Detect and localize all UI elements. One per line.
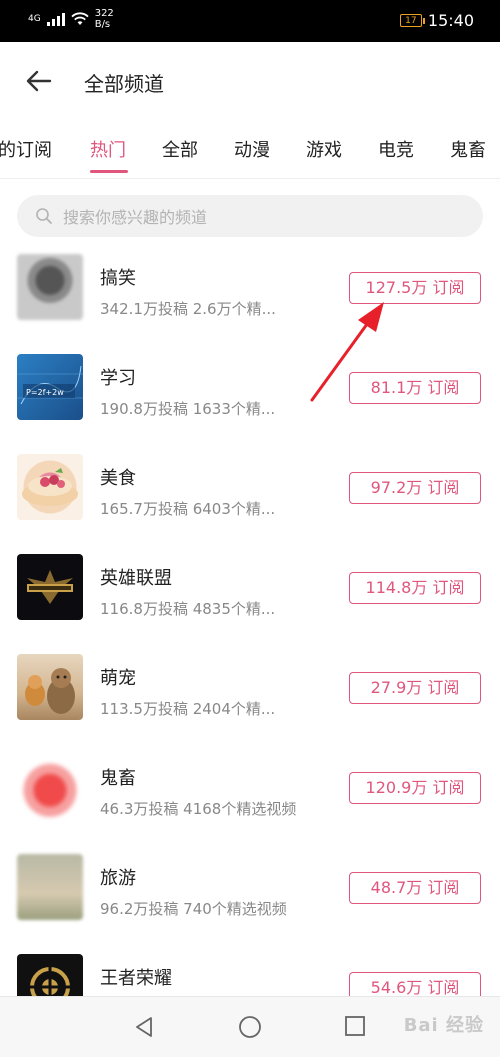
active-tab-indicator xyxy=(90,170,128,173)
subscribe-button[interactable]: 81.1万 订阅 xyxy=(349,372,481,404)
channel-name: 学习 xyxy=(100,368,136,389)
subscribe-button[interactable]: 120.9万 订阅 xyxy=(349,772,481,804)
study-thumbnail-art: P=2f+2w xyxy=(17,365,83,405)
watermark: Bai 经验 xyxy=(403,1015,484,1036)
channel-thumbnail xyxy=(17,454,83,520)
study-thumb-formula: P=2f+2w xyxy=(26,388,64,397)
status-left: 4G 322 B/s xyxy=(28,8,114,30)
channel-name: 英雄联盟 xyxy=(100,568,172,589)
channel-name: 美食 xyxy=(100,468,136,489)
channel-stats: 116.8万投稿 4835个精... xyxy=(100,600,276,618)
page-title: 全部频道 xyxy=(84,72,164,96)
tab-subscribed[interactable]: 的订阅 xyxy=(0,136,52,162)
tab-all[interactable]: 全部 xyxy=(162,136,198,162)
app-header: 全部频道 xyxy=(0,42,500,122)
wifi-icon xyxy=(71,12,89,25)
lol-thumbnail-art xyxy=(27,570,73,604)
channel-thumbnail xyxy=(17,654,83,720)
nav-back-icon[interactable] xyxy=(132,1015,156,1039)
search-bar[interactable] xyxy=(17,195,483,239)
subscribe-button[interactable]: 27.9万 订阅 xyxy=(349,672,481,704)
channel-thumbnail xyxy=(17,854,83,920)
tab-anime[interactable]: 动漫 xyxy=(234,136,270,162)
channel-thumbnail: P=2f+2w xyxy=(17,354,83,420)
clock: 15:40 xyxy=(427,11,474,30)
subscribe-button[interactable]: 97.2万 订阅 xyxy=(349,472,481,504)
channel-tabs: 的订阅 热门 全部 动漫 游戏 电竞 鬼畜 xyxy=(0,122,500,179)
channel-stats: 342.1万投稿 2.6万个精... xyxy=(100,300,276,318)
channel-name: 萌宠 xyxy=(100,668,136,689)
nav-recent-apps-icon[interactable] xyxy=(344,1015,366,1037)
status-bar: 4G 322 B/s 17 15:40 xyxy=(0,0,500,42)
channel-item-food[interactable]: 美食 165.7万投稿 6403个精... 97.2万 订阅 xyxy=(0,440,500,540)
channel-name: 搞笑 xyxy=(100,268,136,289)
channel-thumbnail xyxy=(17,254,83,320)
pets-thumbnail-art xyxy=(25,668,75,714)
net-speed-value: 322 xyxy=(94,8,114,19)
tab-esports[interactable]: 电竞 xyxy=(378,136,414,162)
network-type: 4G xyxy=(28,13,41,24)
channel-thumbnail xyxy=(17,754,83,820)
channel-item-kichiku[interactable]: 鬼畜 46.3万投稿 4168个精选视频 120.9万 订阅 xyxy=(0,740,500,840)
channel-item-lol[interactable]: 英雄联盟 116.8万投稿 4835个精... 114.8万 订阅 xyxy=(0,540,500,640)
tab-games[interactable]: 游戏 xyxy=(306,136,342,162)
channel-item-study[interactable]: P=2f+2w 学习 190.8万投稿 1633个精... 81.1万 订阅 xyxy=(0,340,500,440)
battery-icon: 17 xyxy=(399,14,425,27)
system-nav-bar: Bai 经验 xyxy=(0,996,500,1057)
channel-name: 鬼畜 xyxy=(100,768,136,789)
search-input[interactable] xyxy=(61,195,465,239)
status-right: 17 15:40 xyxy=(399,11,474,30)
subscribe-button[interactable]: 127.5万 订阅 xyxy=(349,272,481,304)
back-arrow-icon[interactable] xyxy=(24,66,54,96)
channel-stats: 96.2万投稿 740个精选视频 xyxy=(100,900,287,918)
net-speed: 322 B/s xyxy=(95,8,114,30)
signal-icon xyxy=(46,12,65,26)
search-icon xyxy=(36,208,52,224)
channel-item-travel[interactable]: 旅游 96.2万投稿 740个精选视频 48.7万 订阅 xyxy=(0,840,500,940)
channel-stats: 165.7万投稿 6403个精... xyxy=(100,500,276,518)
subscribe-button[interactable]: 114.8万 订阅 xyxy=(349,572,481,604)
channel-item-funny[interactable]: 搞笑 342.1万投稿 2.6万个精... 127.5万 订阅 xyxy=(0,240,500,340)
channel-name: 旅游 xyxy=(100,868,136,889)
channel-name: 王者荣耀 xyxy=(100,968,172,989)
channel-item-pets[interactable]: 萌宠 113.5万投稿 2404个精... 27.9万 订阅 xyxy=(0,640,500,740)
tab-kichiku[interactable]: 鬼畜 xyxy=(450,136,486,162)
food-thumbnail-art xyxy=(22,468,78,506)
channel-stats: 113.5万投稿 2404个精... xyxy=(100,700,276,718)
channel-thumbnail xyxy=(17,554,83,620)
tab-hot[interactable]: 热门 xyxy=(90,136,126,162)
channel-stats: 190.8万投稿 1633个精... xyxy=(100,400,276,418)
nav-home-icon[interactable] xyxy=(238,1015,262,1039)
channel-stats: 46.3万投稿 4168个精选视频 xyxy=(100,800,297,818)
net-speed-unit: B/s xyxy=(94,19,111,30)
subscribe-button[interactable]: 48.7万 订阅 xyxy=(349,872,481,904)
